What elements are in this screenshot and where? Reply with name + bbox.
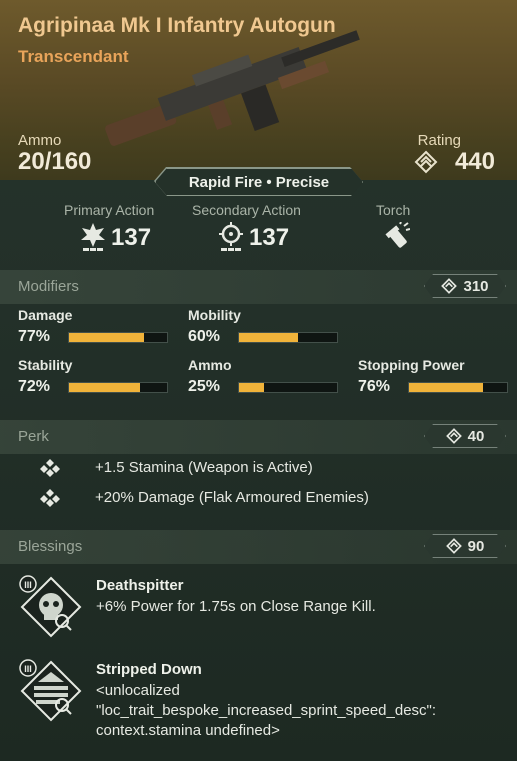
secondary-action-value: 137: [249, 224, 290, 251]
modifier-stability-bar: [68, 382, 168, 393]
modifier-damage-bar: [68, 332, 168, 343]
blessings-score: 90: [424, 534, 506, 558]
rating-label: Rating: [417, 132, 461, 149]
modifier-damage-value: 77%: [18, 328, 51, 345]
crosshair-icon: [219, 222, 243, 251]
modifier-ammo-bar: [238, 382, 338, 393]
perk-title: Perk: [18, 428, 49, 445]
perk-diamond-icon: [40, 459, 60, 477]
rating-icon: [414, 150, 438, 174]
fire-mode-badge: Rapid Fire • Precise: [155, 168, 363, 196]
modifiers-score: 310: [424, 274, 506, 298]
rating-icon: [446, 538, 462, 554]
weapon-title: Agripinaa Mk I Infantry Autogun: [18, 14, 336, 37]
secondary-action-label: Secondary Action: [192, 202, 301, 218]
modifiers-title: Modifiers: [18, 278, 79, 295]
perk-diamond-icon: [40, 489, 60, 507]
rating-icon: [446, 428, 462, 444]
blessings-score-value: 90: [467, 537, 485, 555]
modifier-ammo-label: Ammo: [188, 357, 232, 373]
primary-action-value: 137: [111, 224, 152, 251]
stripped-blessing-icon: III: [19, 659, 82, 722]
tier-label: III: [24, 580, 32, 590]
perk-score-value: 40: [467, 427, 485, 445]
blessing-name: Deathspitter: [96, 577, 184, 594]
rating-value: 440: [454, 148, 495, 175]
modifier-mobility-value: 60%: [188, 328, 221, 345]
weapon-rarity: Transcendant: [18, 47, 129, 66]
primary-action-label: Primary Action: [64, 202, 155, 218]
perk-score: 40: [424, 424, 506, 448]
modifier-mobility-label: Mobility: [188, 307, 241, 323]
modifiers-score-value: 310: [463, 277, 489, 295]
torch-icon: [385, 222, 410, 248]
weapon-header: Agripinaa Mk I Infantry Autogun Transcen…: [0, 0, 517, 180]
perk-item: +1.5 Stamina (Weapon is Active): [95, 459, 313, 476]
skull-blessing-icon: III: [19, 575, 82, 638]
blessings-title: Blessings: [18, 538, 83, 555]
modifier-damage-label: Damage: [18, 307, 73, 323]
modifier-stability-value: 72%: [18, 378, 51, 395]
modifier-ammo-value: 25%: [188, 378, 221, 395]
blessing-description: +6% Power for 1.75s on Close Range Kill.: [96, 598, 376, 615]
modifier-stopping-power-value: 76%: [358, 378, 391, 395]
tier-label: III: [24, 664, 32, 674]
modifier-mobility-bar: [238, 332, 338, 343]
rating-icon: [441, 278, 457, 294]
ammo-value: 20/160: [18, 148, 92, 175]
ammo-label: Ammo: [18, 132, 62, 149]
perk-item: +20% Damage (Flak Armoured Enemies): [95, 489, 369, 506]
modifier-stability-label: Stability: [18, 357, 73, 373]
modifier-stopping-power-bar: [408, 382, 508, 393]
blessing-description: <unlocalized "loc_trait_bespoke_increase…: [96, 682, 437, 739]
blessing-name: Stripped Down: [96, 661, 202, 678]
autogun-image: [105, 30, 360, 146]
weapon-card: Agripinaa Mk I Infantry Autogun Transcen…: [0, 0, 517, 761]
modifier-stopping-power-label: Stopping Power: [358, 357, 465, 373]
burst-damage-icon: [81, 223, 105, 251]
torch-label: Torch: [376, 202, 411, 218]
